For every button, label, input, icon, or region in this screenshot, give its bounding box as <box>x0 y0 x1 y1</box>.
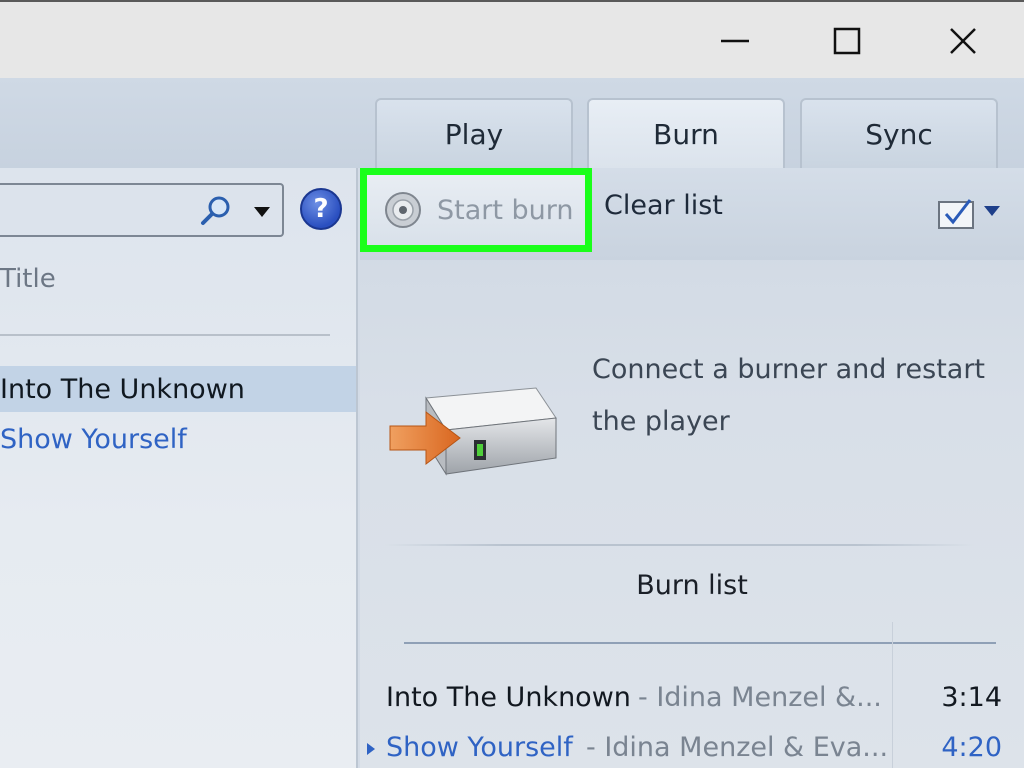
play-indicator-icon <box>367 743 375 755</box>
disc-icon <box>385 192 421 228</box>
checkbox-options-icon[interactable] <box>936 196 978 232</box>
table-row[interactable]: Show Yourself - Idina Menzel & Eva... 4:… <box>367 726 1006 768</box>
chevron-down-icon[interactable] <box>982 204 1002 218</box>
tab-play[interactable]: Play <box>375 98 573 168</box>
library-pane: ? Title Into The Unknown Show Yourself <box>0 168 358 768</box>
list-item[interactable]: Show Yourself <box>0 416 356 462</box>
search-input[interactable] <box>0 183 284 237</box>
maximize-button[interactable] <box>792 6 902 76</box>
list-item-title: Show Yourself <box>0 423 187 455</box>
maximize-icon <box>833 27 861 55</box>
close-button[interactable] <box>908 6 1018 76</box>
track-title: Into The Unknown <box>386 682 631 713</box>
tab-sync[interactable]: Sync <box>800 98 998 168</box>
table-row[interactable]: Into The Unknown - Idina Menzel &... 3:1… <box>386 676 1006 720</box>
start-burn-label: Start burn <box>437 194 574 226</box>
list-item-title: Into The Unknown <box>0 373 245 405</box>
close-icon <box>950 28 976 54</box>
track-title: Show Yourself <box>386 732 573 763</box>
burn-pane: Start burn Clear list Connect a burner a… <box>360 168 1024 768</box>
track-artist: - Idina Menzel & Eva... <box>586 732 889 763</box>
burn-list-title: Burn list <box>636 570 748 601</box>
chevron-down-icon[interactable] <box>252 205 272 219</box>
column-divider <box>0 334 330 336</box>
tab-strip: Play Burn Sync <box>0 78 1024 168</box>
help-icon[interactable]: ? <box>300 188 342 230</box>
track-duration: 4:20 <box>941 732 1002 763</box>
start-burn-button[interactable]: Start burn <box>360 168 592 252</box>
minimize-button[interactable] <box>680 6 790 76</box>
title-bar <box>0 0 1024 78</box>
track-duration: 3:14 <box>941 682 1002 713</box>
column-header-title[interactable]: Title <box>0 264 56 294</box>
divider <box>384 544 974 546</box>
list-item[interactable]: Into The Unknown <box>0 366 356 412</box>
connect-burner-message: Connect a burner and restart the player <box>592 354 986 437</box>
disc-drive-icon <box>389 387 557 476</box>
search-icon[interactable] <box>198 193 234 229</box>
burn-toolbar: Start burn Clear list <box>360 168 1024 260</box>
clear-list-button[interactable]: Clear list <box>604 190 723 221</box>
track-artist: - Idina Menzel &... <box>638 682 882 713</box>
minimize-icon <box>721 39 749 43</box>
divider <box>404 642 996 644</box>
tab-burn[interactable]: Burn <box>587 98 785 168</box>
